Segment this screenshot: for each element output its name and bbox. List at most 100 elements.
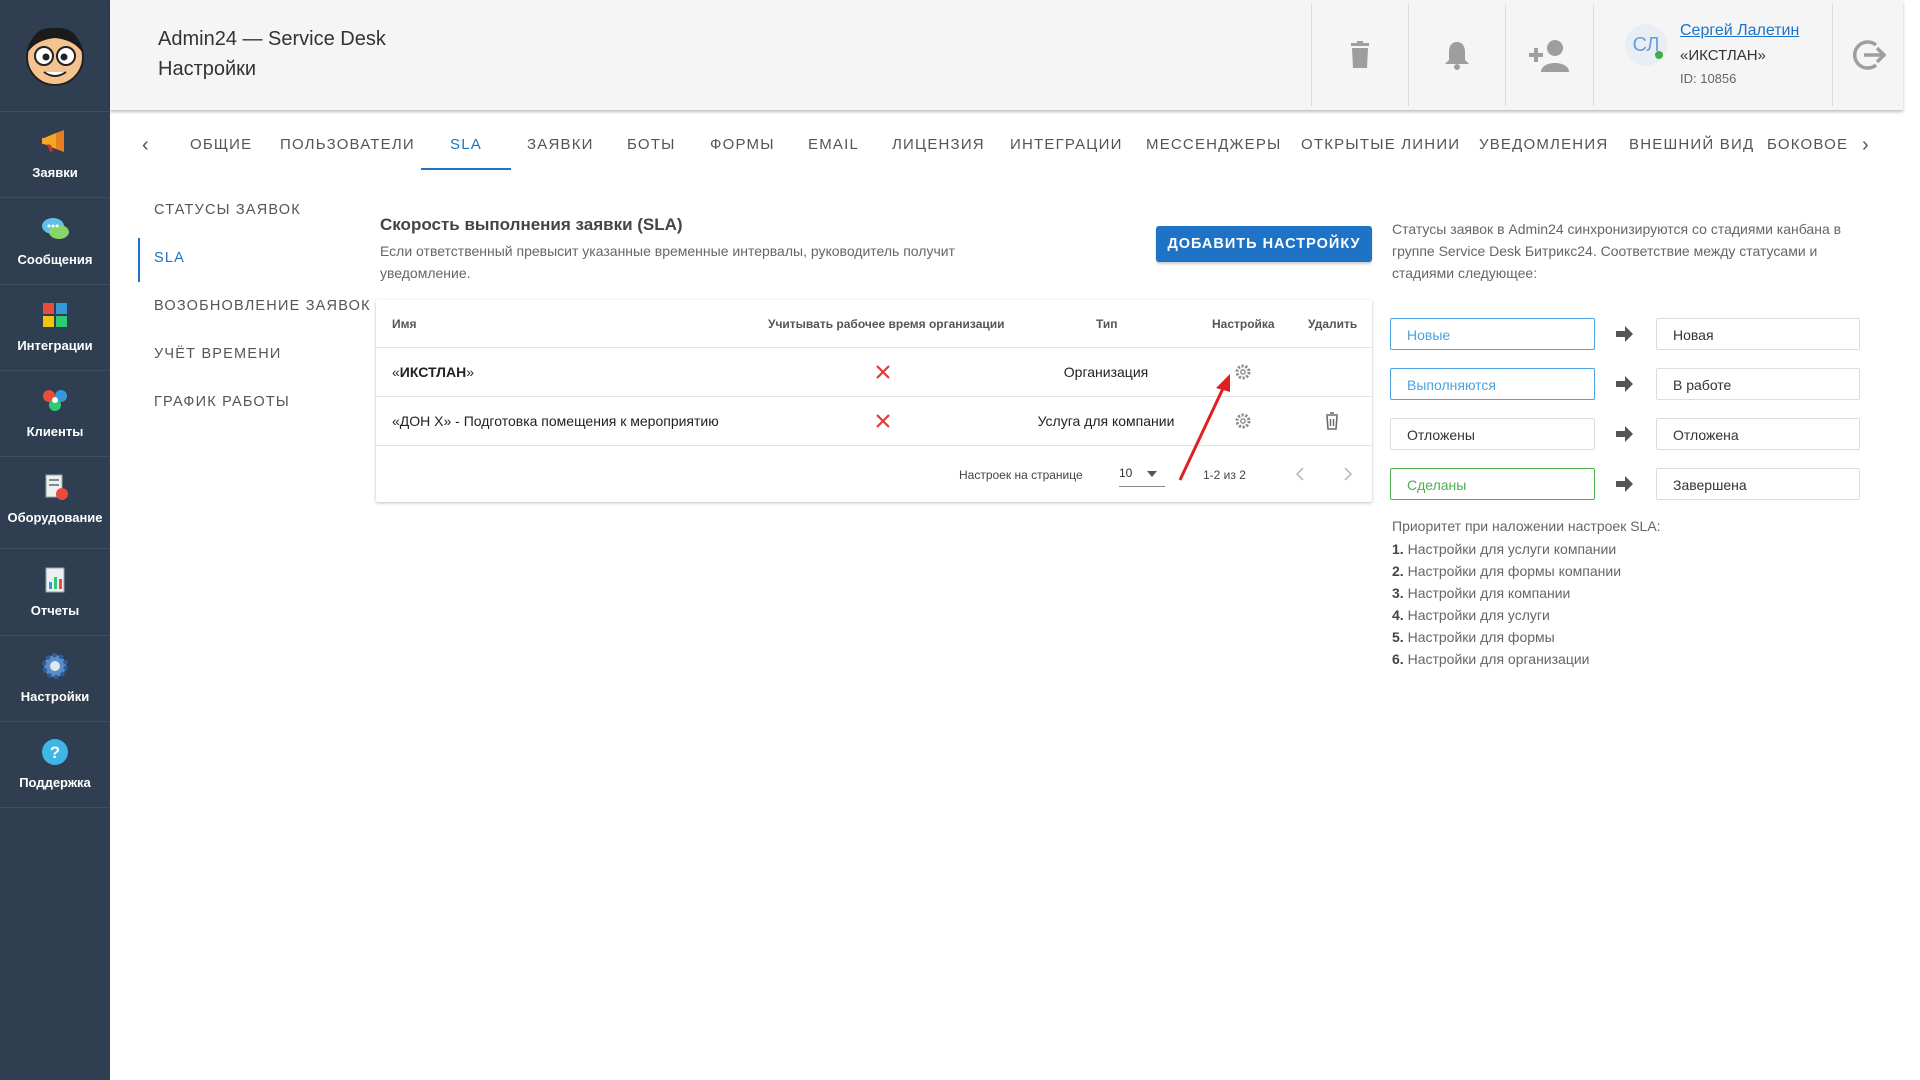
status-done: Сделаны [1390,468,1595,500]
trash-icon [1351,41,1369,68]
sidebar-item-messages[interactable]: Сообщения [0,198,110,285]
sidebar-item-integrations[interactable]: Интеграции [0,284,110,371]
tabs-scroll-right-icon[interactable]: › [1862,134,1869,157]
per-page-value: 10 [1119,466,1133,480]
sidebar-item-label: Интеграции [17,338,93,353]
help-icon: ? [42,739,68,765]
svg-text:?: ? [50,743,60,762]
stage-in-work: В работе [1656,368,1860,400]
megaphone-icon [42,130,64,152]
app-logo[interactable] [0,0,110,112]
priority-title: Приоритет при наложении настроек SLA: [1392,518,1661,534]
tab-email[interactable]: EMAIL [808,136,859,153]
tab-forms[interactable]: ФОРМЫ [710,136,775,153]
sidebar-item-label: Отчеты [30,603,80,618]
priority-item: 4. Настройки для услуги [1392,607,1550,623]
row-type: Услуга для компании [1037,413,1175,429]
priority-item: 3. Настройки для компании [1392,585,1571,601]
status-in-progress: Выполняются [1390,368,1595,400]
sidebar-item-label: Сообщения [17,252,93,267]
user-name-link[interactable]: Сергей Лалетин [1680,22,1799,40]
active-subnav-indicator [138,238,140,282]
priority-item: 1. Настройки для услуги компании [1392,541,1617,557]
priority-item: 2. Настройки для формы компании [1392,563,1622,579]
chat-bubbles-icon [42,218,69,239]
active-tab-indicator [421,168,511,170]
tab-open-lines[interactable]: ОТКРЫТЫЕ ЛИНИИ [1301,136,1460,153]
status-postponed: Отложены [1390,418,1595,450]
tab-tickets[interactable]: ЗАЯВКИ [527,136,594,153]
tab-messengers[interactable]: МЕССЕНДЖЕРЫ [1146,136,1282,153]
stage-new: Новая [1656,318,1860,350]
bell-icon [1445,42,1469,70]
arrow-right-icon [1616,426,1633,442]
sidebar-item-equipment[interactable]: Оборудование [0,456,110,549]
people-icon [43,390,67,411]
sidebar-item-reports[interactable]: Отчеты [0,549,110,636]
divider [1593,4,1594,106]
arrow-right-icon [1616,476,1633,492]
column-header-name: Имя [392,317,417,331]
sidebar-item-settings[interactable]: Настройки [0,635,110,722]
page-title: Настройки [158,58,257,80]
row-name: «ДОН Х» - Подготовка помещения к меропри… [392,413,719,429]
tab-integrations[interactable]: ИНТЕГРАЦИИ [1010,136,1123,153]
subnav-sla[interactable]: SLA [154,250,185,266]
section-description: Если ответственный превысит указанные вр… [380,243,955,281]
mascot-logo-icon [26,27,84,86]
settings-tabs: ОБЩИЕ ПОЛЬЗОВАТЕЛИ SLA ЗАЯВКИ БОТЫ ФОРМЫ… [130,120,1880,170]
per-page-select[interactable]: 10 [1119,462,1165,487]
tab-sla[interactable]: SLA [450,136,482,153]
sidebar-item-clients[interactable]: Клиенты [0,370,110,457]
equipment-icon [45,474,68,500]
logout-icon [1852,40,1886,70]
add-setting-button[interactable]: ДОБАВИТЬ НАСТРОЙКУ [1156,226,1372,262]
notifications-button[interactable] [1409,0,1505,110]
column-header-settings: Настройка [1212,317,1275,331]
chevron-down-icon [1147,471,1157,477]
tab-users[interactable]: ПОЛЬЗОВАТЕЛИ [280,136,415,153]
tab-general[interactable]: ОБЩИЕ [190,136,252,153]
user-avatar[interactable]: СЛ [1625,24,1667,66]
stage-postponed: Отложена [1656,418,1860,450]
report-icon [45,567,65,593]
tab-appearance[interactable]: ВНЕШНИЙ ВИД [1629,136,1754,153]
subnav-work-schedule[interactable]: ГРАФИК РАБОТЫ [154,394,290,410]
sidebar: Заявки Сообщения Интеграции Клиенты Обор… [0,0,110,1080]
status-new: Новые [1390,318,1595,350]
user-id: ID: 10856 [1680,71,1737,86]
add-user-icon [1529,40,1569,72]
gear-icon [42,653,68,679]
sidebar-item-support[interactable]: ? Поддержка [0,721,110,808]
cross-icon [876,365,890,379]
online-status-indicator [1655,51,1663,59]
column-header-type: Тип [1096,317,1118,331]
sidebar-item-label: Заявки [32,165,78,180]
logout-button[interactable] [1833,0,1903,110]
tab-sidebar[interactable]: БОКОВОЕ [1767,136,1848,153]
add-user-button[interactable] [1506,0,1594,110]
tab-license[interactable]: ЛИЦЕНЗИЯ [892,136,985,153]
arrow-right-icon [1616,376,1633,392]
tab-notifications[interactable]: УВЕДОМЛЕНИЯ [1479,136,1608,153]
tab-bots[interactable]: БОТЫ [627,136,676,153]
app-title: Admin24 — Service Desk [158,28,386,50]
sidebar-item-tickets[interactable]: Заявки [0,111,110,198]
arrow-right-icon [1616,326,1633,342]
delete-trash-icon[interactable] [1320,409,1344,433]
priority-item: 5. Настройки для формы [1392,629,1555,645]
annotation-arrow-icon [1178,374,1230,481]
top-header: Admin24 — Service Desk Настройки СЛ Серг… [110,0,1903,110]
subnav-time-tracking[interactable]: УЧЁТ ВРЕМЕНИ [154,346,282,362]
column-header-delete: Удалить [1308,317,1358,331]
sidebar-item-label: Оборудование [7,510,103,525]
row-type: Организация [1063,364,1149,380]
next-page-icon[interactable] [1342,466,1354,482]
section-title: Скорость выполнения заявки (SLA) [380,215,683,234]
prev-page-icon[interactable] [1294,466,1306,482]
trash-button[interactable] [1312,0,1408,110]
sidebar-item-label: Клиенты [26,424,84,439]
subnav-ticket-statuses[interactable]: СТАТУСЫ ЗАЯВОК [154,202,301,218]
sidebar-item-label: Поддержка [19,775,91,790]
subnav-ticket-reopening[interactable]: ВОЗОБНОВЛЕНИЕ ЗАЯВОК [154,298,371,314]
